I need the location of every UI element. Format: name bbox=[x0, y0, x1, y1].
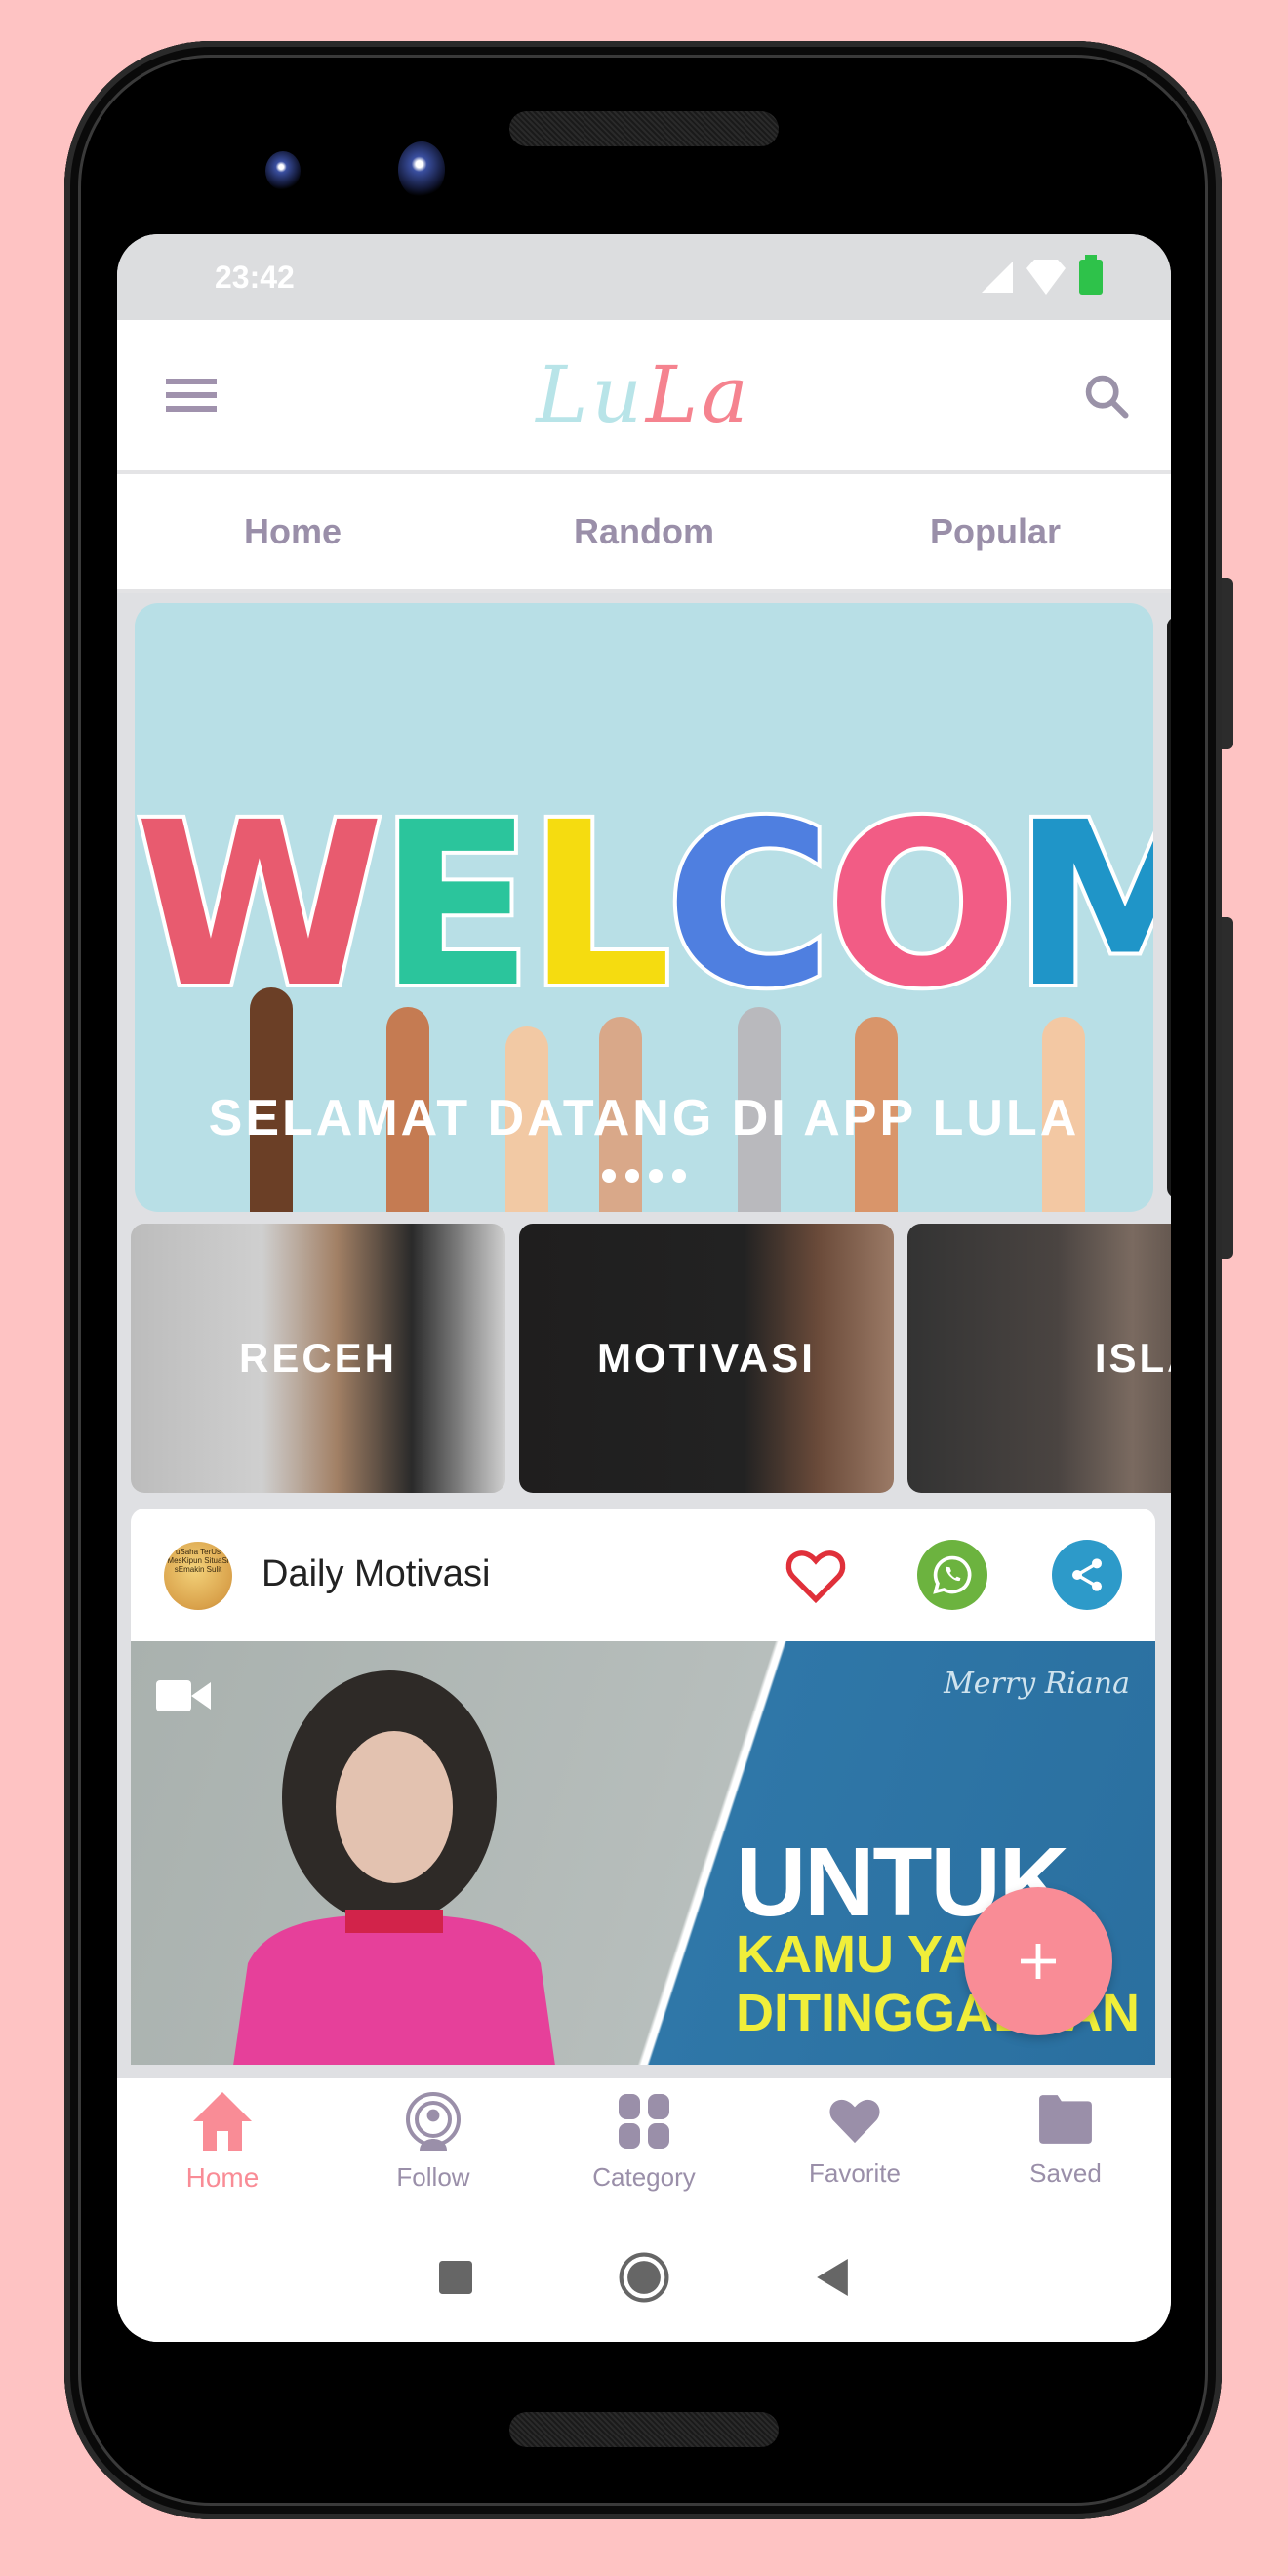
recents-icon[interactable] bbox=[439, 2261, 472, 2294]
logo-part-lu: Lu bbox=[536, 349, 646, 440]
channel-avatar[interactable]: uSaha TerUs MesKipun SituaSi sEmakin Sul… bbox=[164, 1542, 232, 1610]
category-islami[interactable]: ISLAMI bbox=[907, 1224, 1171, 1493]
home-circle-icon[interactable] bbox=[619, 2252, 669, 2303]
wifi-icon bbox=[1026, 260, 1066, 295]
status-bar: 23:42 bbox=[117, 234, 1171, 320]
bottom-navigation: Home Follow Category Favorite Saved bbox=[117, 2078, 1171, 2216]
tab-home[interactable]: Home bbox=[117, 474, 468, 589]
nav-favorite[interactable]: Favorite bbox=[749, 2078, 960, 2213]
nav-label: Favorite bbox=[809, 2158, 901, 2188]
category-receh[interactable]: RECEH bbox=[131, 1224, 505, 1493]
banner-caption: SELAMAT DATANG DI APP LULA bbox=[208, 1090, 1080, 1147]
category-label: RECEH bbox=[238, 1335, 398, 1381]
carousel-dot[interactable] bbox=[672, 1169, 686, 1183]
whatsapp-share-button[interactable] bbox=[917, 1540, 987, 1610]
channel-name[interactable]: Daily Motivasi bbox=[262, 1553, 490, 1595]
post-header: uSaha TerUs MesKipun SituaSi sEmakin Sul… bbox=[131, 1509, 1155, 1641]
category-motivasi[interactable]: MOTIVASI bbox=[519, 1224, 894, 1493]
volume-button bbox=[1222, 917, 1233, 1259]
welcome-banner[interactable]: WELCOME SELAMAT DATANG DI APP LULA bbox=[135, 603, 1153, 1212]
tab-popular[interactable]: Popular bbox=[820, 474, 1171, 589]
share-icon bbox=[1072, 1558, 1102, 1591]
front-sensor bbox=[265, 151, 301, 190]
feed-content: WELCOME SELAMAT DATANG DI APP LULA RECEH bbox=[117, 593, 1171, 2065]
search-icon[interactable] bbox=[1081, 371, 1132, 422]
nav-home[interactable]: Home bbox=[117, 2078, 328, 2213]
system-navigation-bar bbox=[117, 2213, 1171, 2342]
status-time: 23:42 bbox=[215, 260, 295, 295]
video-thumbnail-person bbox=[233, 1670, 555, 2065]
app-logo: LuLa bbox=[117, 349, 1171, 440]
logo-part-la: La bbox=[645, 349, 752, 440]
nav-label: Category bbox=[592, 2162, 696, 2192]
carousel-dot[interactable] bbox=[602, 1169, 616, 1183]
plus-icon bbox=[1021, 1944, 1056, 1979]
nav-label: Home bbox=[185, 2162, 260, 2193]
share-button[interactable] bbox=[1052, 1540, 1122, 1610]
podcast-icon bbox=[406, 2092, 461, 2151]
signal-icon bbox=[982, 262, 1013, 293]
media-signature: Merry Riana bbox=[944, 1667, 1130, 1701]
carousel-dot[interactable] bbox=[625, 1169, 639, 1183]
whatsapp-icon bbox=[933, 1555, 972, 1594]
next-banner-peek[interactable] bbox=[1167, 617, 1171, 1198]
earpiece-speaker bbox=[509, 111, 779, 146]
tab-random[interactable]: Random bbox=[468, 474, 820, 589]
status-icons bbox=[982, 255, 1103, 295]
add-fab-button[interactable] bbox=[964, 1887, 1112, 2035]
back-icon[interactable] bbox=[816, 2259, 849, 2296]
app-screen: 23:42 LuLa Home Random Popular WELCOME bbox=[117, 234, 1171, 2342]
favorite-button[interactable] bbox=[781, 1540, 851, 1610]
power-button bbox=[1222, 578, 1233, 749]
video-camera-icon bbox=[156, 1680, 211, 1711]
top-tabs: Home Random Popular bbox=[117, 474, 1171, 593]
home-icon bbox=[193, 2092, 252, 2151]
category-row: RECEH MOTIVASI ISLAMI bbox=[131, 1224, 1171, 1493]
front-camera bbox=[398, 141, 445, 198]
category-grid-icon bbox=[619, 2094, 669, 2149]
nav-follow[interactable]: Follow bbox=[328, 2078, 539, 2213]
carousel-dot[interactable] bbox=[649, 1169, 663, 1183]
heart-icon bbox=[829, 2099, 880, 2144]
nav-saved[interactable]: Saved bbox=[960, 2078, 1171, 2213]
folder-icon bbox=[1039, 2095, 1092, 2144]
app-bar: LuLa bbox=[117, 320, 1171, 474]
bottom-speaker bbox=[509, 2412, 779, 2447]
carousel-indicators bbox=[135, 1169, 1153, 1183]
nav-label: Saved bbox=[1029, 2158, 1102, 2188]
nav-category[interactable]: Category bbox=[539, 2078, 749, 2213]
heart-outline-icon bbox=[785, 1550, 846, 1604]
category-label: MOTIVASI bbox=[597, 1335, 816, 1381]
nav-label: Follow bbox=[396, 2162, 470, 2192]
category-label: ISLAMI bbox=[1094, 1335, 1171, 1381]
battery-icon bbox=[1079, 255, 1103, 295]
